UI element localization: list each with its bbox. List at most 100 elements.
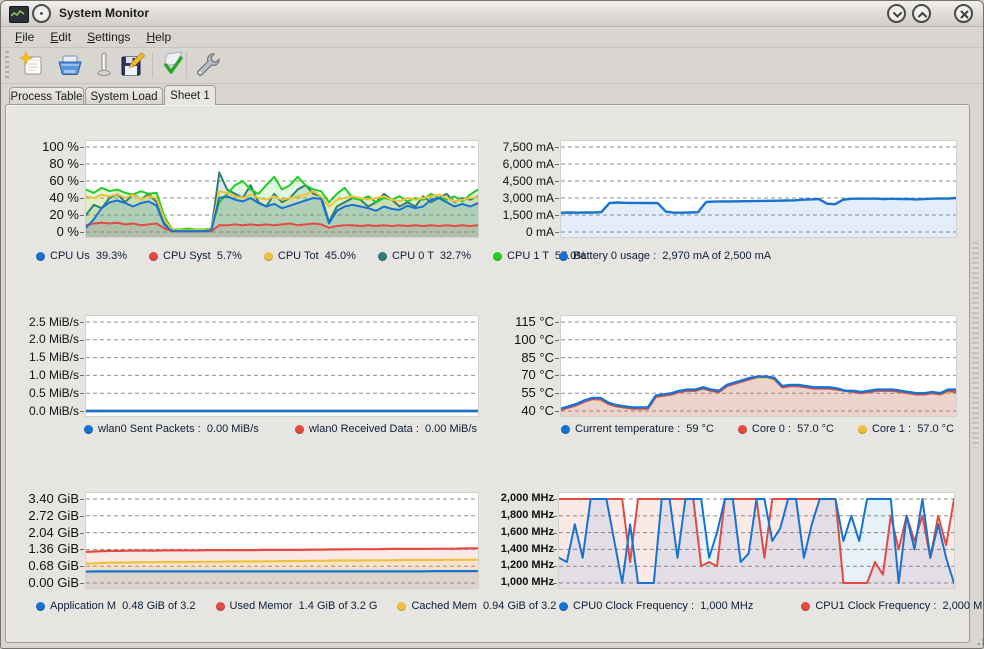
cpu-clock-frequency-chart-legend: CPU0 Clock Frequency : 1,000 MHzCPU1 Clo…: [559, 600, 984, 612]
legend-label: Core 0 : 57.0 °C: [752, 423, 834, 435]
temperature-chart[interactable]: [561, 316, 956, 416]
axis-tick-mark: [553, 516, 557, 517]
tab-process-table[interactable]: Process Table: [9, 87, 84, 105]
legend-label: CPU0 Clock Frequency : 1,000 MHz: [573, 600, 753, 612]
legend-label: CPU Tot 45.0%: [278, 250, 356, 262]
menubar: File Edit Settings Help: [1, 27, 983, 47]
legend-item: CPU Syst 5.7%: [149, 250, 242, 262]
axis-tick-mark: [80, 516, 84, 517]
wlan0-traffic-chart-tick-label: 1.0 MiB/s: [15, 368, 79, 382]
axis-tick-mark: [80, 583, 84, 584]
legend-item: Used Memor 1.4 GiB of 3.2 G: [216, 600, 378, 612]
window-menu-button[interactable]: [32, 4, 51, 23]
axis-tick-mark: [80, 358, 84, 359]
battery-chart-legend: Battery 0 usage : 2,970 mA of 2,500 mA: [559, 250, 771, 262]
sensor-display-button[interactable]: [89, 50, 119, 80]
temperature-chart-tick-label: 85 °C: [490, 350, 554, 365]
close-icon: [957, 7, 972, 22]
cpu-usage-chart-tick-label: 0 %: [15, 224, 79, 239]
axis-tick-mark: [80, 566, 84, 567]
cpu-clock-frequency-chart-tick-label: 1,200 MHz: [490, 559, 554, 571]
axis-tick-mark: [555, 358, 559, 359]
import-worksheet-button[interactable]: [55, 50, 85, 80]
legend-label: Used Memor 1.4 GiB of 3.2 G: [230, 600, 378, 612]
axis-tick-mark: [555, 164, 559, 165]
minimize-button[interactable]: [887, 4, 906, 23]
wlan0-traffic-chart-tick-label: 2.0 MiB/s: [15, 332, 79, 346]
app-monitor-icon: [9, 6, 29, 23]
thermometer-icon: [89, 50, 119, 80]
maximize-button[interactable]: [912, 4, 931, 23]
tab-system-load[interactable]: System Load: [85, 87, 163, 105]
wlan0-traffic-chart[interactable]: [86, 316, 478, 416]
cpu-clock-frequency-chart[interactable]: [559, 493, 954, 588]
series-color-dot: [84, 425, 93, 434]
axis-tick-mark: [553, 533, 557, 534]
menu-settings[interactable]: Settings: [79, 28, 138, 46]
battery-chart[interactable]: [561, 141, 956, 237]
axis-tick-mark: [80, 499, 84, 500]
system-monitor-window: System Monitor File Edit Settings Help: [0, 0, 984, 649]
memory-chart-tick-label: 0.68 GiB: [15, 558, 79, 573]
legend-item: Core 0 : 57.0 °C: [738, 423, 834, 435]
toolbar-drag-handle[interactable]: [5, 51, 9, 79]
axis-tick-mark: [80, 181, 84, 182]
menu-edit[interactable]: Edit: [42, 28, 79, 46]
tab-sheet-1[interactable]: Sheet 1: [164, 85, 216, 105]
axis-tick-mark: [553, 499, 557, 500]
legend-label: Core 1 : 57.0 °C: [872, 423, 954, 435]
wlan0-traffic-chart-tick-label: 1.5 MiB/s: [15, 350, 79, 364]
folder-open-icon: [55, 50, 85, 80]
axis-tick-mark: [555, 181, 559, 182]
titlebar: System Monitor: [1, 1, 983, 27]
memory-chart[interactable]: [86, 493, 478, 588]
axis-tick-mark: [553, 549, 557, 550]
series-color-dot: [559, 602, 568, 611]
axis-tick-mark: [80, 533, 84, 534]
export-worksheet-button[interactable]: [117, 50, 147, 80]
legend-label: CPU Syst 5.7%: [163, 250, 242, 262]
memory-chart-tick-label: 2.04 GiB: [15, 525, 79, 540]
temperature-chart-tick-label: 115 °C: [490, 314, 554, 329]
axis-tick-mark: [80, 147, 84, 148]
document-new-icon: [17, 50, 47, 80]
resize-grip[interactable]: [978, 643, 980, 645]
battery-chart-tick-label: 3,000 mA: [490, 191, 554, 205]
battery-chart-tick-label: 7,500 mA: [490, 140, 554, 154]
series-color-dot: [738, 425, 747, 434]
battery-chart-tick-label: 1,500 mA: [490, 208, 554, 222]
axis-tick-mark: [80, 232, 84, 233]
series-color-dot: [36, 252, 45, 261]
cpu-usage-chart-legend: CPU Us 39.3%CPU Syst 5.7%CPU Tot 45.0%CP…: [36, 250, 586, 262]
close-button[interactable]: [954, 4, 973, 23]
menu-help[interactable]: Help: [138, 28, 179, 46]
new-worksheet-button[interactable]: [17, 50, 47, 80]
legend-item: Current temperature : 59 °C: [561, 423, 714, 435]
menu-file[interactable]: File: [7, 28, 42, 46]
configure-button[interactable]: [192, 50, 222, 80]
cpu-usage-chart-tick-label: 60 %: [15, 173, 79, 188]
temperature-chart-tick-label: 70 °C: [490, 367, 554, 382]
axis-tick-mark: [555, 393, 559, 394]
cpu-clock-frequency-chart-tick-label: 1,000 MHz: [490, 576, 554, 588]
dot-icon: [40, 12, 43, 15]
battery-chart-tick-label: 0 mA: [490, 225, 554, 239]
cpu-usage-chart[interactable]: [86, 141, 478, 237]
series-color-dot: [36, 602, 45, 611]
legend-label: wlan0 Received Data : 0.00 MiB/s: [309, 423, 477, 435]
cpu-usage-chart-tick-label: 40 %: [15, 190, 79, 205]
axis-tick-mark: [80, 549, 84, 550]
legend-item: Core 1 : 57.0 °C: [858, 423, 954, 435]
axis-tick-mark: [555, 198, 559, 199]
axis-tick-mark: [555, 411, 559, 412]
chevron-down-icon: [890, 7, 905, 22]
vertical-scrollbar[interactable]: [972, 242, 979, 448]
legend-item: CPU0 Clock Frequency : 1,000 MHz: [559, 600, 753, 612]
axis-tick-mark: [80, 322, 84, 323]
apply-check-button[interactable]: [158, 50, 188, 80]
legend-item: Application M 0.48 GiB of 3.2: [36, 600, 196, 612]
series-color-dot: [378, 252, 387, 261]
series-color-dot: [397, 602, 406, 611]
legend-item: CPU 0 T 32.7%: [378, 250, 471, 262]
series-color-dot: [858, 425, 867, 434]
